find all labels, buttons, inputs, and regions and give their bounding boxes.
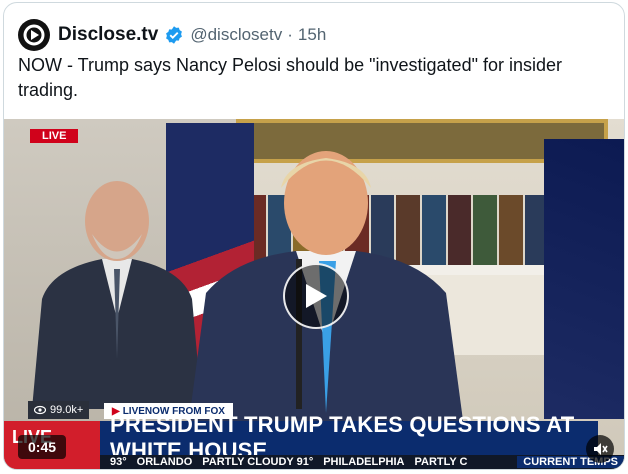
tweet-header: Disclose.tv @disclosetv · 15h (18, 15, 326, 55)
viewer-count-value: 99.0k+ (50, 404, 84, 416)
ticker-item: ORLANDO (136, 456, 193, 468)
verified-badge-icon (166, 26, 183, 44)
tweet-text: NOW - Trump says Nancy Pelosi should be … (18, 55, 562, 100)
video-duration: 0:45 (18, 435, 67, 459)
ticker-item: PARTLY CLOUDY 91° (202, 456, 314, 468)
presidential-flag (544, 139, 624, 419)
author-name[interactable]: Disclose.tv (58, 24, 158, 46)
viewer-count: 99.0k+ (28, 401, 90, 419)
news-ticker: 93° ORLANDO PARTLY CLOUDY 91° PHILADELPH… (100, 455, 624, 469)
volume-icon (594, 443, 608, 455)
eye-icon (34, 405, 46, 415)
play-icon (306, 284, 327, 308)
play-button[interactable] (283, 263, 349, 329)
video-player[interactable]: LIVE 99.0k+ ▶ LIVENOW FROM FOX LIVE PRES… (4, 119, 624, 469)
author-avatar[interactable] (18, 19, 50, 51)
disclose-logo-icon (23, 24, 45, 46)
ticker-item: 93° (110, 456, 127, 468)
mute-button[interactable] (586, 435, 614, 463)
live-badge: LIVE (30, 129, 79, 143)
news-lower-third: 99.0k+ ▶ LIVENOW FROM FOX LIVE PRESIDENT… (4, 401, 624, 469)
ticker-item: PHILADELPHIA (323, 456, 405, 468)
separator-dot: · (287, 25, 293, 44)
headline-banner: PRESIDENT TRUMP TAKES QUESTIONS AT WHITE… (100, 412, 598, 463)
author-handle[interactable]: @disclosetv (190, 25, 282, 45)
tweet-card[interactable]: Disclose.tv @disclosetv · 15h NOW - Trum… (3, 2, 625, 470)
post-time[interactable]: 15h (298, 25, 326, 45)
ticker-item: PARTLY C (414, 456, 468, 468)
